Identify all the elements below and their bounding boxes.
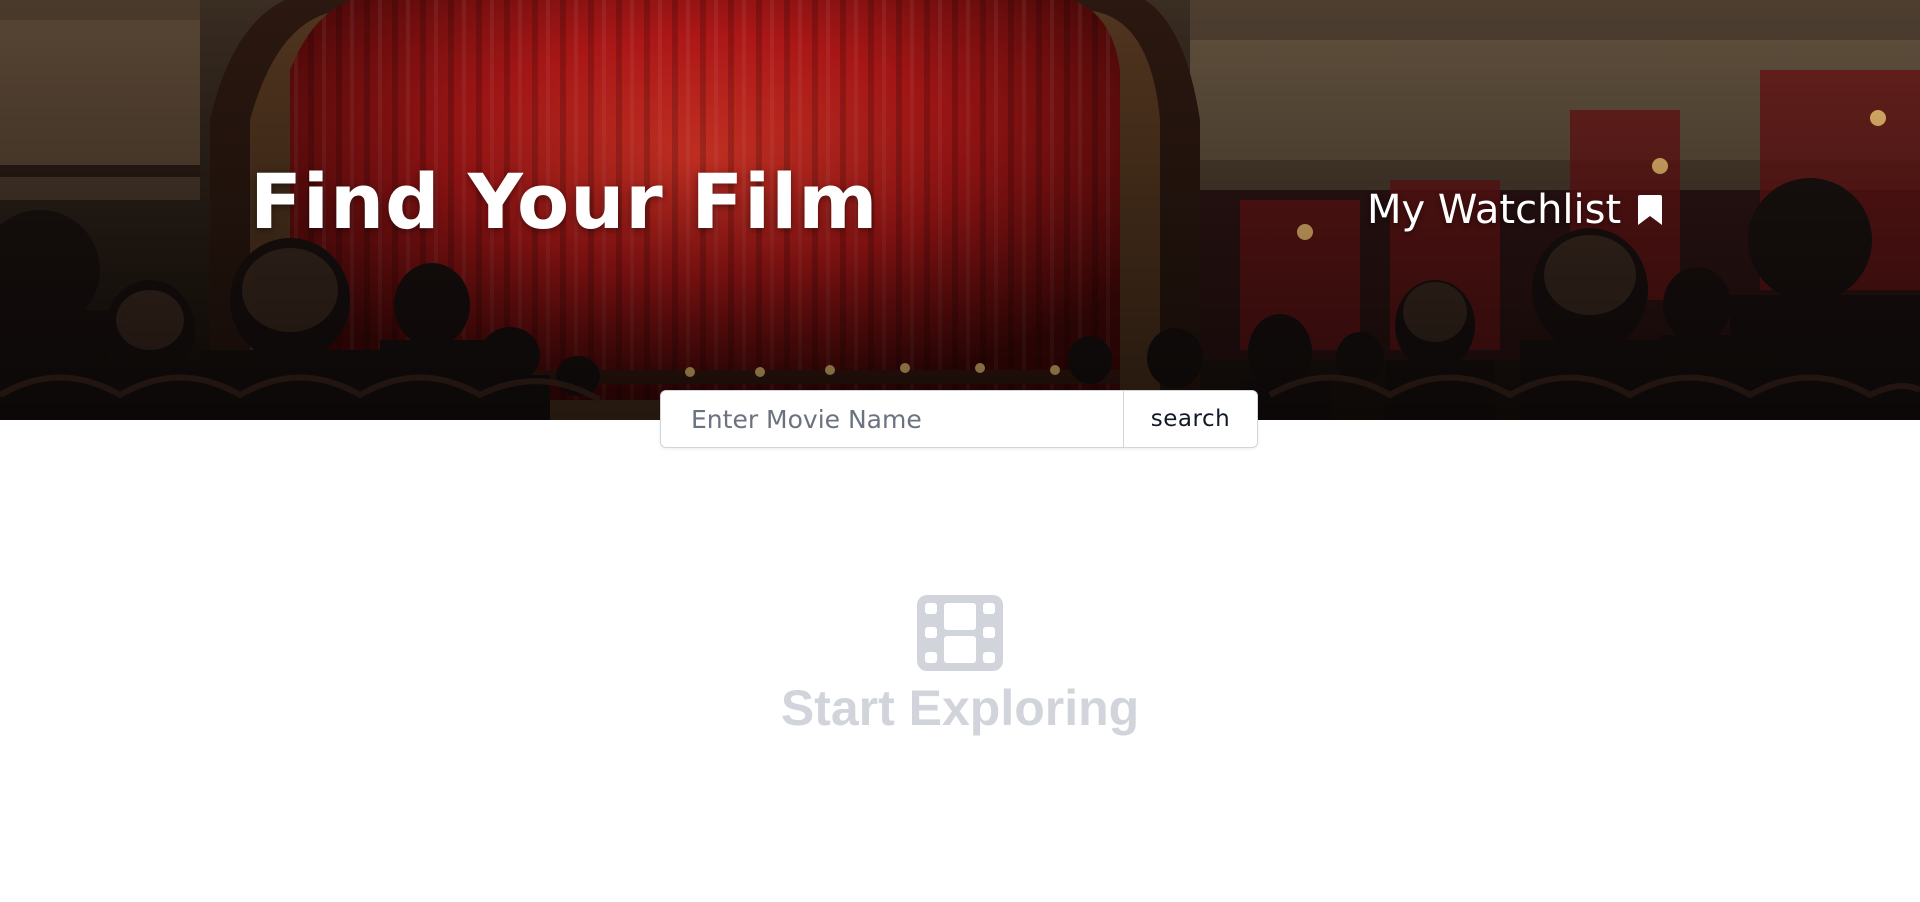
my-watchlist-link[interactable]: My Watchlist xyxy=(1367,187,1663,233)
empty-state: Start Exploring xyxy=(0,595,1920,737)
film-icon xyxy=(917,595,1003,671)
hero-banner: Find Your Film My Watchlist xyxy=(0,0,1920,420)
search-button[interactable]: search xyxy=(1123,391,1257,447)
empty-state-title: Start Exploring xyxy=(780,680,1140,736)
movie-search-input[interactable] xyxy=(661,391,1123,447)
bookmark-icon xyxy=(1638,195,1663,225)
watchlist-label: My Watchlist xyxy=(1367,187,1622,233)
page-title: Find Your Film xyxy=(250,157,879,246)
page: Find Your Film My Watchlist search xyxy=(0,0,1920,902)
search-form: search xyxy=(660,390,1258,448)
